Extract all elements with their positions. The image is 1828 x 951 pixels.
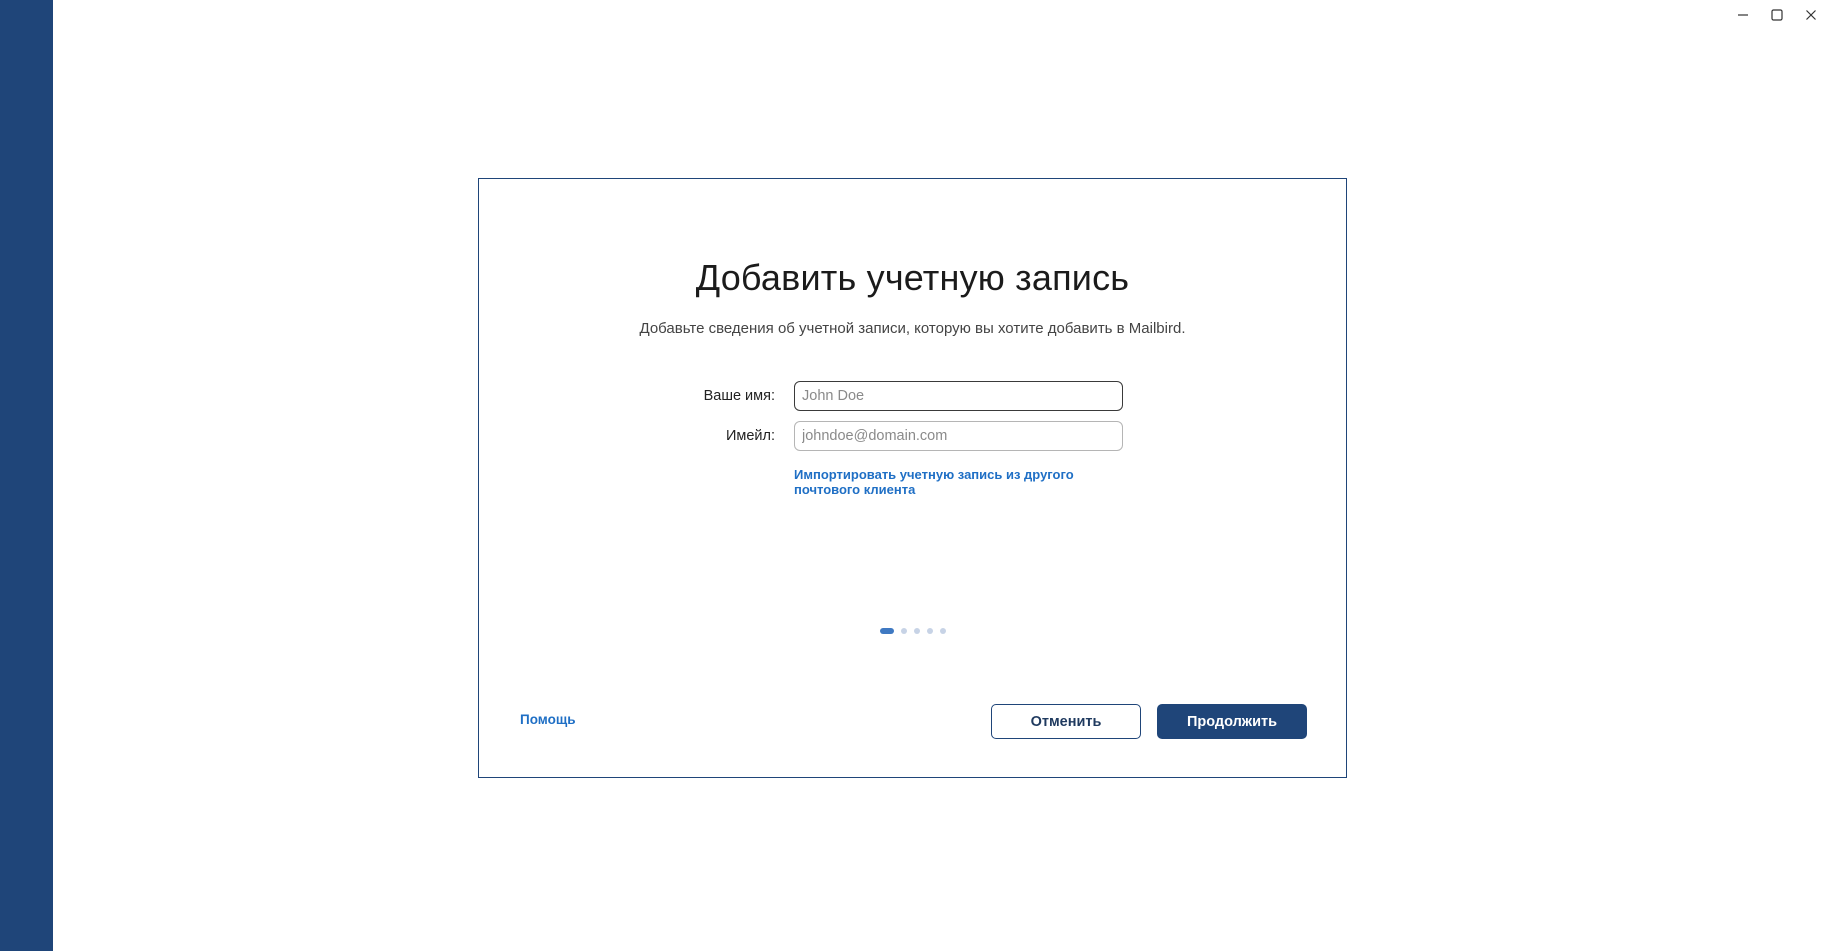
maximize-icon[interactable]	[1760, 0, 1794, 30]
help-link[interactable]: Помощь	[520, 712, 576, 727]
step-dot-4	[926, 628, 933, 634]
import-account-link[interactable]: Импортировать учетную запись из другого …	[794, 467, 1094, 497]
minimize-icon[interactable]	[1726, 0, 1760, 30]
import-link-line2: почтового клиента	[794, 482, 916, 497]
name-label: Ваше имя:	[703, 388, 775, 404]
add-account-dialog: Добавить учетную запись Добавьте сведени…	[478, 178, 1347, 778]
email-label: Имейл:	[725, 428, 775, 444]
cancel-button[interactable]: Отменить	[991, 704, 1141, 739]
step-dot-5	[939, 628, 946, 634]
window-controls	[1726, 0, 1828, 30]
dialog-title: Добавить учетную запись	[695, 257, 1130, 298]
sidebar	[0, 0, 53, 951]
close-icon[interactable]	[1794, 0, 1828, 30]
step-dot-3	[913, 628, 920, 634]
step-indicator	[479, 628, 1346, 634]
dialog-subtitle: Добавьте сведения об учетной записи, кот…	[639, 320, 1186, 337]
name-row: Ваше имя:	[479, 381, 1348, 411]
email-row: Имейл:	[479, 421, 1348, 451]
name-input[interactable]	[794, 381, 1123, 411]
app-window: Добавить учетную запись Добавьте сведени…	[0, 0, 1828, 951]
continue-button[interactable]: Продолжить	[1157, 704, 1307, 739]
step-dot-2	[900, 628, 907, 634]
import-link-line1: Импортировать учетную запись из другого	[794, 467, 1074, 482]
email-input[interactable]	[794, 421, 1123, 451]
step-dot-1	[879, 628, 894, 634]
